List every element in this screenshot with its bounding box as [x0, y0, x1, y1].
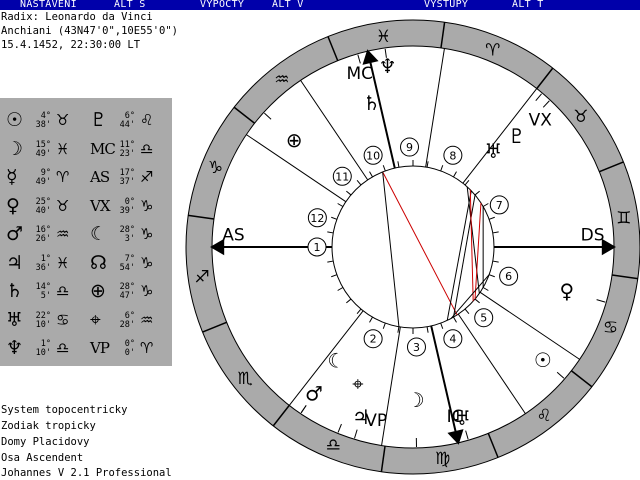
degree-tick: [464, 308, 470, 314]
chart-planet-glyph-8: ⌖: [352, 371, 363, 395]
degree-tick: [426, 161, 429, 168]
house-number-12: 12: [310, 212, 324, 225]
chart-planet-glyph-0: ♆: [379, 54, 397, 78]
degree-tick: [440, 322, 444, 329]
house-system-label: System topocentricky: [1, 404, 128, 416]
planet-marker-tick: [264, 112, 272, 120]
degree-tick: [369, 316, 373, 323]
aspect-line-0: [382, 171, 458, 316]
house-number-11: 11: [335, 170, 349, 183]
zodiac-sign-6: ♋: [603, 318, 618, 338]
planet-marker-tick: [357, 54, 361, 64]
degree-tick: [331, 216, 338, 220]
planet-marker-tick: [556, 371, 565, 379]
degree-tick: [346, 298, 352, 304]
house-number-4: 4: [449, 333, 456, 346]
axis-label-vx: VX: [529, 111, 553, 131]
degree-tick: [482, 203, 489, 207]
zodiac-sign-4: ♍: [435, 449, 450, 469]
degree-tick: [474, 190, 480, 196]
chart-planet-glyph-2: ⊕: [286, 128, 303, 152]
zodiac-sign-11: ♒: [274, 70, 289, 90]
chart-planet-glyph-3: ♇: [508, 124, 526, 148]
degree-tick: [382, 165, 386, 172]
degree-tick: [369, 171, 373, 178]
house-number-8: 8: [449, 149, 456, 162]
degree-tick: [346, 190, 352, 196]
aspect-line-1: [382, 171, 400, 327]
degree-tick: [492, 260, 499, 263]
degree-tick: [440, 165, 444, 172]
degree-tick: [397, 326, 400, 333]
degree-tick: [453, 316, 457, 323]
chart-planet-glyph-9: ♂: [305, 382, 323, 406]
zodiac-sign-1: ♐: [194, 268, 209, 288]
house-number-2: 2: [370, 333, 377, 346]
zodiac-type-label: Zodiak tropicky: [1, 420, 96, 432]
degree-tick: [327, 260, 334, 263]
degree-tick: [492, 231, 499, 234]
house-number-10: 10: [366, 149, 380, 162]
chart-planet-glyph-11: ☽: [407, 388, 425, 412]
degree-tick: [356, 308, 362, 314]
chart-planet-glyph-6: ♀: [559, 279, 574, 303]
house-cusp-9: [425, 48, 445, 168]
planet-marker-tick: [354, 429, 358, 439]
degree-tick: [337, 203, 344, 207]
house-cusp-11: [300, 80, 369, 181]
zodiac-sign-7: ♊: [616, 208, 631, 228]
house-number-7: 7: [496, 199, 503, 212]
zodiac-sign-0: ♑: [208, 158, 223, 178]
house-number-3: 3: [413, 341, 420, 354]
degree-tick: [488, 216, 495, 220]
chart-planet-glyph-5: ☉: [534, 348, 552, 372]
axis-label-as: AS: [222, 225, 244, 245]
house-number-5: 5: [480, 312, 487, 325]
degree-tick: [426, 326, 429, 333]
zodiac-sign-2: ♏: [238, 369, 253, 389]
planet-marker-tick: [337, 423, 342, 433]
house-number-6: 6: [505, 270, 512, 283]
house-number-9: 9: [406, 141, 413, 154]
degree-tick: [327, 231, 334, 234]
degree-tick: [453, 171, 457, 178]
degree-tick: [382, 322, 386, 329]
zodiac-sign-8: ♉: [573, 107, 588, 127]
degree-tick: [464, 180, 470, 186]
chart-planet-glyph-4: ♅: [484, 139, 502, 163]
zodiac-sign-9: ♈: [485, 41, 500, 61]
chart-planet-glyph-10: ♃: [352, 405, 370, 429]
degree-tick: [488, 274, 495, 278]
degree-tick: [356, 180, 362, 186]
planet-marker-tick: [542, 100, 550, 108]
axis-label-ds: DS: [581, 225, 605, 245]
chart-planet-glyph-1: ♄: [363, 91, 381, 115]
inner-circle: [331, 165, 495, 329]
house-cusp-5: [457, 313, 526, 414]
axis-label: Osa Ascendent: [1, 452, 84, 464]
planet-marker-tick: [535, 93, 542, 102]
chart-planet-glyph-7: ☾: [327, 349, 345, 373]
axis-label-mc: MC: [347, 64, 374, 84]
zodiac-sign-10: ♓: [376, 27, 391, 47]
degree-tick: [337, 287, 344, 291]
planet-marker-tick: [465, 430, 469, 440]
house-cusp-8: [462, 88, 538, 184]
product-name: Johannes V 2.1 Professional: [1, 467, 172, 479]
degree-tick: [474, 298, 480, 304]
degree-tick: [331, 274, 338, 278]
chart-planet-glyph-12: ♅: [453, 406, 471, 430]
aspect-line-3: [446, 190, 472, 321]
planet-marker-tick: [596, 299, 606, 303]
zodiac-sign-5: ♌: [537, 406, 552, 426]
degree-tick: [482, 287, 489, 291]
houses-label: Domy Placidovy: [1, 436, 90, 448]
zodiac-sign-3: ♎: [326, 435, 341, 455]
house-number-1: 1: [314, 241, 321, 254]
degree-tick: [397, 161, 400, 168]
planet-marker-tick: [300, 405, 307, 414]
